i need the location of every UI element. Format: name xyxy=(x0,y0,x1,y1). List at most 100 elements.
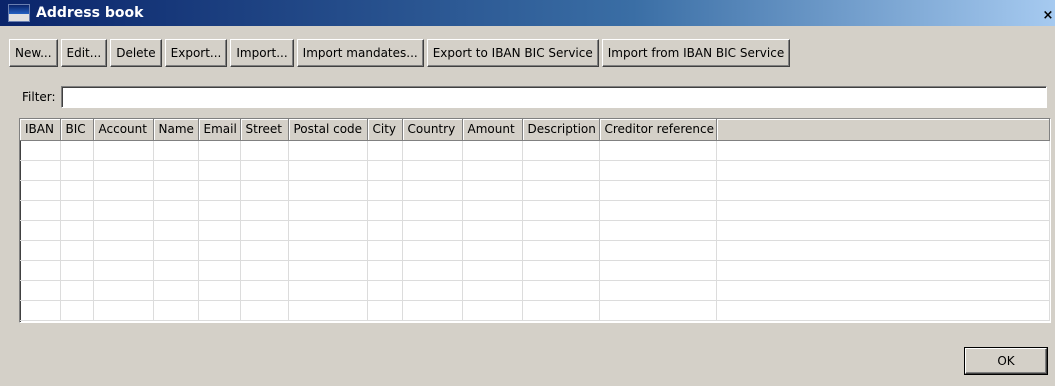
table-cell xyxy=(93,160,154,181)
table-cell xyxy=(599,220,717,241)
table-cell xyxy=(198,260,241,281)
export-button[interactable]: Export... xyxy=(164,39,228,67)
table-cell xyxy=(20,180,61,201)
table-row xyxy=(20,260,1050,281)
table-cell xyxy=(60,140,94,161)
table-cell xyxy=(93,200,154,221)
new-button[interactable]: New... xyxy=(9,39,58,67)
table-cell xyxy=(367,200,403,221)
table-cell xyxy=(288,140,368,161)
table-row xyxy=(20,140,1050,161)
table-cell xyxy=(60,240,94,261)
table-cell xyxy=(599,300,717,321)
table-body xyxy=(20,140,1050,321)
table-row xyxy=(20,160,1050,181)
column-header-postal-code[interactable]: Postal code xyxy=(288,119,368,141)
column-header-street[interactable]: Street xyxy=(240,119,289,141)
column-header-name[interactable]: Name xyxy=(153,119,199,141)
column-header-city[interactable]: City xyxy=(367,119,403,141)
import-button[interactable]: Import... xyxy=(230,39,294,67)
column-header-bic[interactable]: BIC xyxy=(60,119,94,141)
table-cell xyxy=(198,300,241,321)
column-header-amount[interactable]: Amount xyxy=(462,119,523,141)
table-cell xyxy=(20,260,61,281)
table-cell xyxy=(288,200,368,221)
table-cell xyxy=(240,280,289,301)
table-cell xyxy=(522,160,600,181)
toolbar: New... Edit... Delete Export... Import..… xyxy=(9,39,791,67)
table-cell xyxy=(153,240,199,261)
table-cell xyxy=(288,160,368,181)
table-cell xyxy=(522,240,600,261)
app-icon xyxy=(8,4,30,22)
delete-button[interactable]: Delete xyxy=(110,39,162,67)
address-table[interactable]: IBAN BIC Account Name Email Street Posta… xyxy=(19,118,1051,323)
table-cell xyxy=(288,300,368,321)
table-cell xyxy=(288,280,368,301)
table-cell xyxy=(240,260,289,281)
table-row xyxy=(20,200,1050,221)
table-cell xyxy=(240,220,289,241)
column-header-iban[interactable]: IBAN xyxy=(20,119,61,141)
table-cell xyxy=(462,160,523,181)
table-cell xyxy=(198,160,241,181)
table-cell xyxy=(522,200,600,221)
table-cell xyxy=(599,200,717,221)
table-cell xyxy=(367,240,403,261)
close-icon[interactable]: × xyxy=(1041,8,1055,24)
table-cell xyxy=(153,180,199,201)
table-row xyxy=(20,220,1050,241)
table-cell xyxy=(198,180,241,201)
column-header-account[interactable]: Account xyxy=(93,119,154,141)
table-cell xyxy=(716,160,1050,181)
filter-input[interactable] xyxy=(61,86,1047,108)
table-cell xyxy=(367,300,403,321)
table-cell xyxy=(20,300,61,321)
table-cell xyxy=(402,140,463,161)
title-bar: Address book × xyxy=(0,0,1055,26)
table-cell xyxy=(93,140,154,161)
table-cell xyxy=(60,180,94,201)
table-cell xyxy=(716,280,1050,301)
table-cell xyxy=(288,260,368,281)
table-cell xyxy=(240,180,289,201)
table-cell xyxy=(153,160,199,181)
table-cell xyxy=(402,260,463,281)
table-cell xyxy=(462,140,523,161)
table-cell xyxy=(153,300,199,321)
table-cell xyxy=(153,140,199,161)
table-cell xyxy=(402,280,463,301)
edit-button[interactable]: Edit... xyxy=(60,39,108,67)
table-cell xyxy=(93,300,154,321)
table-cell xyxy=(198,200,241,221)
column-header-creditor-reference[interactable]: Creditor reference xyxy=(599,119,717,141)
table-cell xyxy=(599,180,717,201)
column-header-description[interactable]: Description xyxy=(522,119,600,141)
table-cell xyxy=(522,260,600,281)
import-mandates-button[interactable]: Import mandates... xyxy=(296,39,424,67)
export-iban-bic-button[interactable]: Export to IBAN BIC Service xyxy=(426,39,599,67)
table-cell xyxy=(240,140,289,161)
table-cell xyxy=(20,240,61,261)
table-cell xyxy=(367,280,403,301)
table-cell xyxy=(716,200,1050,221)
ok-button[interactable]: OK xyxy=(965,348,1047,374)
table-cell xyxy=(198,140,241,161)
import-iban-bic-button[interactable]: Import from IBAN BIC Service xyxy=(601,39,791,67)
table-cell xyxy=(153,260,199,281)
table-cell xyxy=(716,220,1050,241)
table-cell xyxy=(367,260,403,281)
table-cell xyxy=(367,180,403,201)
table-row xyxy=(20,300,1050,321)
table-cell xyxy=(599,240,717,261)
table-row xyxy=(20,180,1050,201)
table-cell xyxy=(288,240,368,261)
table-cell xyxy=(198,280,241,301)
column-header-country[interactable]: Country xyxy=(402,119,463,141)
table-cell xyxy=(462,200,523,221)
column-header-email[interactable]: Email xyxy=(198,119,241,141)
table-cell xyxy=(402,160,463,181)
table-cell xyxy=(522,280,600,301)
table-cell xyxy=(60,220,94,241)
table-cell xyxy=(240,200,289,221)
